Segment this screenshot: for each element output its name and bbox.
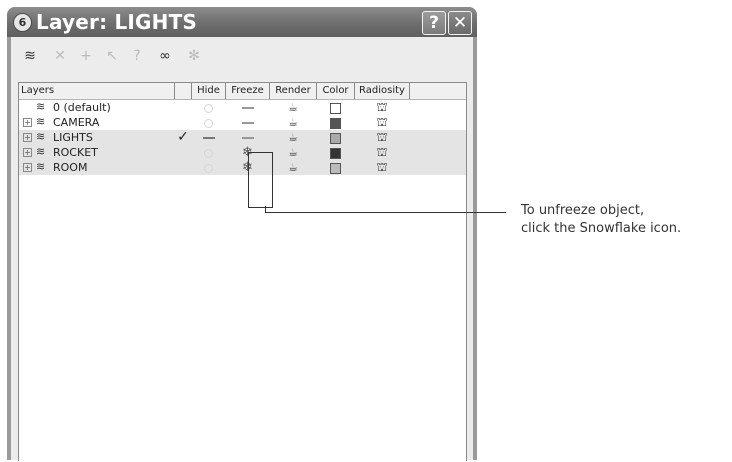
select-objects-icon[interactable]: ↖ — [103, 48, 121, 64]
render-teapot-icon[interactable]: ☕ — [270, 115, 316, 130]
freeze-toggle[interactable] — [226, 115, 269, 130]
expand-icon[interactable]: + — [23, 133, 32, 142]
expand-icon[interactable]: + — [23, 148, 32, 157]
render-teapot-icon[interactable]: ☕ — [270, 100, 316, 115]
render-teapot-icon[interactable]: ☕ — [270, 160, 316, 175]
layer-icon: ≋ — [36, 160, 46, 173]
close-button[interactable]: ✕ — [448, 11, 472, 35]
column-header: Layers Hide Freeze Render Color Radiosit… — [19, 83, 466, 100]
layer-name[interactable]: CAMERA — [53, 116, 99, 129]
color-swatch[interactable] — [317, 160, 354, 175]
hide-toggle[interactable] — [192, 115, 225, 130]
callout-leader-horizontal — [265, 212, 506, 213]
layer-icon: ≋ — [36, 100, 46, 113]
column-radiosity[interactable]: Radiosity — [355, 83, 410, 99]
callout-line-2: click the Snowflake icon. — [521, 221, 682, 236]
callout-line-1: To unfreeze object, — [521, 203, 645, 218]
layer-row-camera[interactable]: + ≋ CAMERA ☕ ⛫ — [19, 115, 466, 130]
radiosity-icon[interactable]: ⛫ — [355, 160, 409, 175]
color-swatch[interactable] — [317, 100, 354, 115]
layer-row-default[interactable]: ≋ 0 (default) ☕ ⛫ — [19, 100, 466, 115]
hide-toggle[interactable] — [192, 145, 225, 160]
render-teapot-icon[interactable]: ☕ — [270, 145, 316, 160]
freeze-toggle[interactable] — [226, 100, 269, 115]
color-swatch[interactable] — [317, 115, 354, 130]
current-layer-checkmark-icon[interactable]: ✓ — [175, 130, 191, 145]
toolbar: ≋ ✕ + ↖ ? ∞ ✻ — [11, 37, 473, 81]
layer-dialog: 6 Layer: LIGHTS ? ✕ ≋ ✕ + ↖ ? ∞ ✻ Layers… — [7, 7, 477, 461]
dialog-body: ≋ ✕ + ↖ ? ∞ ✻ Layers Hide Freeze Render … — [11, 37, 473, 461]
callout-text: To unfreeze object, click the Snowflake … — [521, 202, 681, 238]
radiosity-icon[interactable]: ⛫ — [355, 115, 409, 130]
hide-toggle[interactable] — [192, 130, 225, 145]
color-swatch[interactable] — [317, 145, 354, 160]
hide-toggle[interactable] — [192, 160, 225, 175]
expand-icon[interactable]: + — [23, 163, 32, 172]
freeze-all-icon[interactable]: ✻ — [185, 48, 203, 64]
swirl-icon[interactable]: 6 — [13, 13, 32, 32]
hide-all-icon[interactable]: ∞ — [156, 48, 174, 64]
layer-name[interactable]: ROOM — [53, 161, 87, 174]
add-selection-icon[interactable]: + — [77, 48, 95, 64]
layer-row-lights[interactable]: + ≋ LIGHTS ✓ ☕ ⛫ — [19, 130, 466, 145]
layer-name[interactable]: 0 (default) — [53, 101, 111, 114]
radiosity-icon[interactable]: ⛫ — [355, 145, 409, 160]
layer-icon: ≋ — [36, 115, 46, 128]
column-hide[interactable]: Hide — [192, 83, 226, 99]
color-swatch[interactable] — [317, 130, 354, 145]
layer-icon: ≋ — [36, 130, 46, 143]
column-color[interactable]: Color — [317, 83, 355, 99]
layer-row-rocket[interactable]: + ≋ ROCKET ❄ ☕ ⛫ — [19, 145, 466, 160]
column-freeze[interactable]: Freeze — [226, 83, 270, 99]
column-current[interactable] — [175, 83, 192, 99]
radiosity-icon[interactable]: ⛫ — [355, 130, 409, 145]
layer-icon: ≋ — [36, 145, 46, 158]
layer-row-room[interactable]: + ≋ ROOM ❄ ☕ ⛫ — [19, 160, 466, 175]
column-layers[interactable]: Layers — [19, 83, 175, 99]
layer-name[interactable]: ROCKET — [53, 146, 98, 159]
layer-list[interactable]: Layers Hide Freeze Render Color Radiosit… — [18, 82, 467, 461]
hide-toggle[interactable] — [192, 100, 225, 115]
expand-icon[interactable]: + — [23, 118, 32, 127]
radiosity-icon[interactable]: ⛫ — [355, 100, 409, 115]
render-teapot-icon[interactable]: ☕ — [270, 130, 316, 145]
delete-icon[interactable]: ✕ — [51, 48, 69, 64]
help-button[interactable]: ? — [422, 11, 446, 35]
freeze-toggle[interactable] — [226, 130, 269, 145]
layer-name[interactable]: LIGHTS — [53, 131, 93, 144]
window-title: Layer: LIGHTS — [36, 10, 198, 34]
column-render[interactable]: Render — [270, 83, 317, 99]
title-bar[interactable]: 6 Layer: LIGHTS ? ✕ — [7, 7, 477, 37]
snowflake-highlight-box — [248, 152, 273, 208]
new-layer-icon[interactable]: ≋ — [21, 48, 39, 64]
help-icon[interactable]: ? — [128, 48, 146, 64]
